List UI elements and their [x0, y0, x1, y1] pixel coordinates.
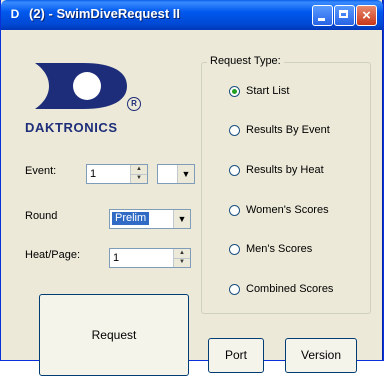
event-label: Event: — [25, 165, 57, 177]
radio-button[interactable] — [229, 284, 240, 295]
radio-label: Women's Scores — [246, 204, 329, 216]
app-window: D (2) - SwimDiveRequest II × R DAKTRONIC… — [0, 0, 384, 376]
request-type-title: Request Type: — [207, 55, 284, 67]
event-spinner[interactable]: 1 ▲ ▼ — [86, 164, 148, 184]
heat-label: Heat/Page: — [25, 249, 81, 261]
brand-name: DAKTRONICS — [25, 120, 118, 135]
maximize-icon — [339, 10, 348, 18]
registered-mark: R — [127, 97, 141, 111]
chevron-down-icon[interactable]: ▼ — [177, 165, 194, 183]
radio-label: Results by Heat — [246, 164, 324, 176]
heat-spin-buttons[interactable]: ▲ ▼ — [173, 249, 190, 267]
close-icon: × — [362, 7, 371, 24]
spin-down-icon[interactable]: ▼ — [131, 174, 147, 183]
radio-button[interactable] — [229, 205, 240, 216]
round-value: Prelim — [112, 212, 150, 225]
radio-button[interactable] — [229, 244, 240, 255]
close-button[interactable]: × — [356, 5, 377, 26]
port-button[interactable]: Port — [208, 338, 264, 373]
heat-value: 1 — [113, 252, 120, 264]
event-suffix-dropdown[interactable]: ▼ — [157, 164, 195, 184]
radio-label: Start List — [246, 85, 290, 97]
maximize-button[interactable] — [334, 5, 355, 26]
title-bar[interactable]: D (2) - SwimDiveRequest II × — [1, 0, 383, 30]
request-type-group — [201, 62, 371, 314]
radio-label: Men's Scores — [246, 243, 313, 255]
radio-button[interactable] — [229, 165, 240, 176]
request-button[interactable]: Request — [39, 294, 189, 376]
spin-down-icon[interactable]: ▼ — [174, 258, 190, 267]
radio-label: Results By Event — [246, 124, 330, 136]
heat-spinner[interactable]: 1 ▲ ▼ — [109, 248, 191, 268]
radio-button[interactable] — [229, 125, 240, 136]
round-dropdown[interactable]: Prelim ▼ — [109, 209, 191, 229]
daktronics-logo-icon — [35, 63, 127, 109]
round-label: Round — [25, 210, 58, 222]
radio-label: Combined Scores — [246, 283, 334, 295]
window-title: (2) - SwimDiveRequest II — [29, 6, 180, 21]
event-spin-buttons[interactable]: ▲ ▼ — [130, 165, 147, 183]
radio-button[interactable] — [229, 86, 240, 97]
daktronics-app-icon[interactable]: D — [7, 6, 23, 22]
chevron-down-icon[interactable]: ▼ — [173, 210, 190, 228]
event-value: 1 — [90, 168, 97, 180]
minimize-icon — [318, 18, 325, 21]
minimize-button[interactable] — [312, 5, 333, 26]
version-button[interactable]: Version — [285, 338, 357, 373]
